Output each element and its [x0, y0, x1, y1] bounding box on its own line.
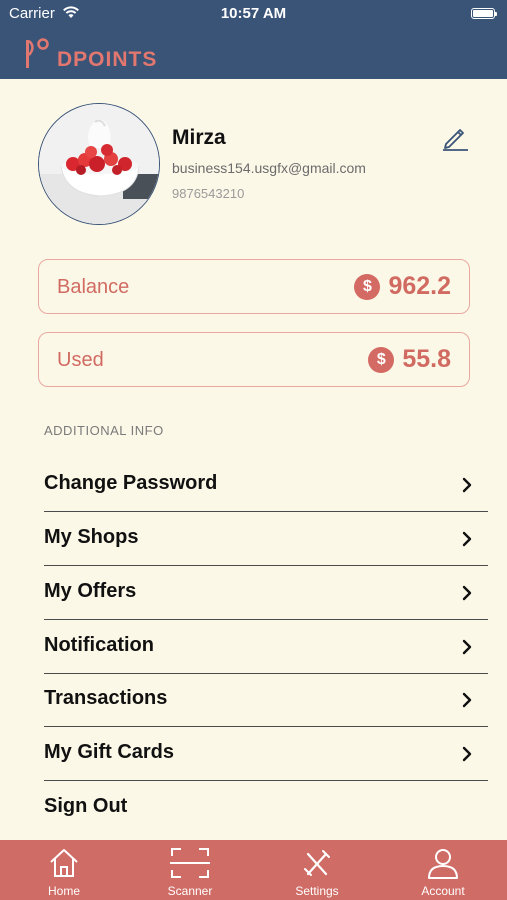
menu-notification[interactable]: Notification — [44, 620, 488, 674]
menu-sign-out[interactable]: Sign Out — [44, 781, 488, 835]
profile-phone: 9876543210 — [172, 186, 245, 201]
balance-card: Balance $ 962.2 — [38, 259, 470, 314]
avatar[interactable] — [38, 103, 160, 225]
used-value: 55.8 — [402, 345, 451, 373]
tab-settings[interactable]: Settings — [267, 840, 367, 900]
account-icon — [428, 849, 458, 879]
profile-email: business154.usgfx@gmail.com — [172, 160, 366, 176]
chevron-right-icon — [462, 531, 472, 547]
balance-value-group: $ 962.2 — [354, 272, 451, 301]
logo-mark-icon — [26, 38, 49, 68]
settings-icon — [304, 850, 330, 876]
tab-bar: Home Scanner Settings Account — [0, 840, 507, 900]
menu-my-gift-cards[interactable]: My Gift Cards — [44, 727, 488, 781]
menu-label: My Shops — [44, 526, 139, 548]
tab-label: Scanner — [167, 884, 213, 898]
battery-icon — [471, 8, 497, 19]
balance-value: 962.2 — [388, 272, 451, 300]
menu-transactions[interactable]: Transactions — [44, 673, 488, 727]
menu-label: My Offers — [44, 580, 137, 602]
chevron-right-icon — [462, 585, 472, 601]
menu-change-password[interactable]: Change Password — [44, 458, 488, 512]
menu-label: Transactions — [44, 687, 168, 709]
pencil-icon — [443, 129, 468, 151]
status-bar: Carrier 10:57 AM — [0, 5, 507, 25]
dollar-coin-icon: $ — [368, 346, 395, 373]
chevron-right-icon — [462, 692, 472, 708]
balance-label: Balance — [57, 276, 130, 298]
clock: 10:57 AM — [220, 5, 287, 22]
tab-home[interactable]: Home — [14, 840, 114, 900]
edit-profile-button[interactable] — [440, 122, 470, 152]
chevron-right-icon — [462, 746, 472, 762]
tab-label: Home — [47, 884, 80, 898]
menu-label: Change Password — [44, 472, 218, 494]
chevron-right-icon — [462, 639, 472, 655]
scanner-icon — [170, 848, 210, 878]
menu-my-shops[interactable]: My Shops — [44, 512, 488, 566]
chevron-right-icon — [462, 477, 472, 493]
menu-label: Notification — [44, 634, 154, 656]
profile-name: Mirza — [172, 126, 226, 149]
app-header: Carrier 10:57 AM DPOINTS — [0, 0, 507, 79]
section-title: ADDITIONAL INFO — [44, 423, 164, 438]
used-value-group: $ 55.8 — [368, 345, 451, 374]
used-card: Used $ 55.8 — [38, 332, 470, 387]
menu-label: My Gift Cards — [44, 741, 175, 763]
tab-scanner[interactable]: Scanner — [140, 840, 240, 900]
tab-label: Account — [421, 884, 465, 898]
home-icon — [50, 849, 78, 877]
dollar-coin-icon: $ — [354, 273, 381, 300]
tab-account[interactable]: Account — [393, 840, 493, 900]
menu-label: Sign Out — [44, 795, 128, 817]
tab-label: Settings — [295, 884, 339, 898]
menu-my-offers[interactable]: My Offers — [44, 566, 488, 620]
used-label: Used — [57, 349, 104, 371]
brand-name: DPOINTS — [57, 48, 158, 71]
